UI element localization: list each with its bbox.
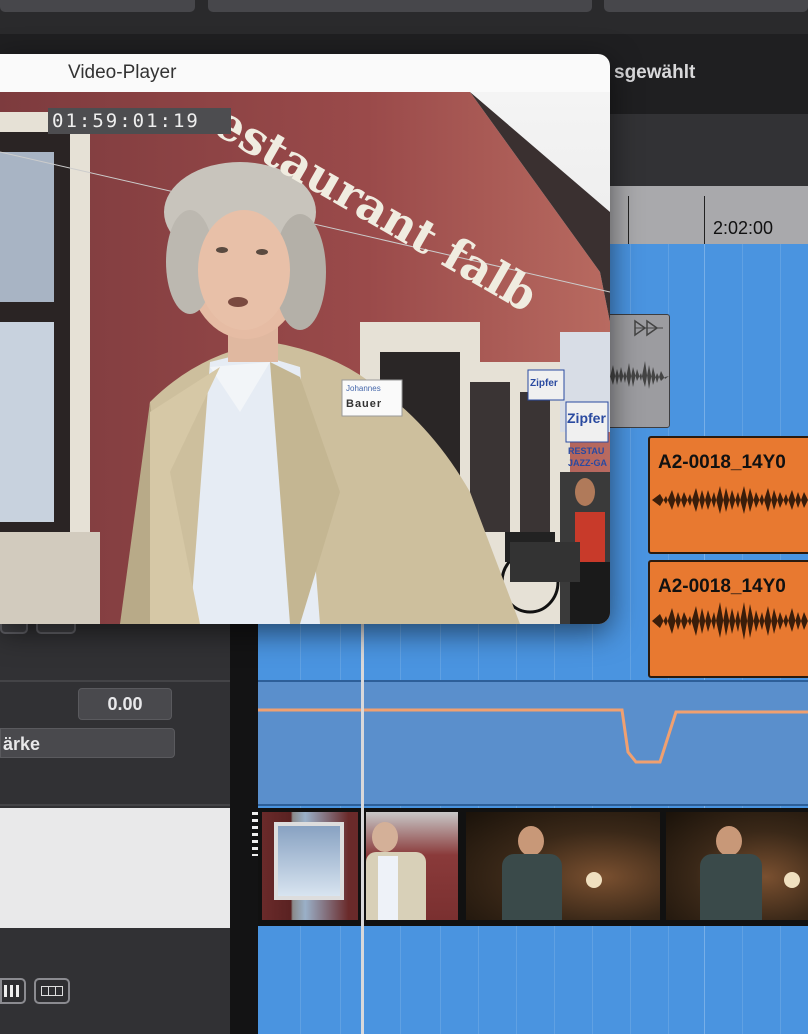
audio-clip[interactable]: A2-0018_14Y0 [648,560,808,678]
video-player-window[interactable]: Video-Player estaurant falb Johannes Bau… [0,54,610,624]
play-triangle-icon [634,319,663,337]
waveform [652,602,808,640]
audio-clip-gray[interactable] [600,314,670,428]
subheader-bar [610,114,808,186]
restaurant-sign-small: JAZZ-GA [568,458,607,468]
divider [0,804,252,806]
toolbar-button-center[interactable] [208,0,592,12]
toolbar-button-right[interactable] [604,0,808,12]
lane-divider [258,804,808,806]
clip-name: A2-0018_14Y0 [658,452,786,473]
ruler-time-label: 2:02:00 [713,218,774,238]
video-thumbnail[interactable] [666,812,808,920]
ad-sign: Zipfer [567,410,606,426]
parameter-field[interactable]: ärke [0,728,175,758]
video-thumbnail[interactable] [262,812,358,920]
volume-value-field[interactable]: 0.00 [78,688,172,720]
drag-handle[interactable] [252,812,258,856]
ad-sign: Zipfer [530,378,558,389]
divider [0,680,252,682]
toolbar-button-left[interactable] [0,0,195,12]
badge-line-2: Bauer [346,398,383,410]
volume-automation-curve[interactable] [258,700,808,770]
window-title: Video-Player [68,62,177,83]
restaurant-sign-small: RESTAU [568,446,605,456]
selection-label: sgewählt [614,62,696,83]
clip-name: A2-0018_14Y0 [658,576,786,597]
timecode-display: 01:59:01:19 [48,108,231,134]
badge-line-1: Johannes [346,384,381,393]
piano-keys-icon[interactable] [0,978,26,1004]
lane-divider [258,680,808,682]
track-divider-column [230,560,258,1034]
ruler-tick [628,196,629,244]
audio-clip[interactable]: A2-0018_14Y0 [648,436,808,554]
video-thumbnail[interactable] [366,812,458,920]
grid-view-icon[interactable] [34,978,70,1004]
waveform [652,486,808,514]
video-thumbnail[interactable] [466,812,660,920]
waveform [601,361,669,389]
track-header-selected[interactable] [0,808,232,928]
video-frame: estaurant falb Johannes Bauer Zipfer Zip… [0,92,610,624]
ruler-tick [704,196,705,244]
ruler-highlight [608,186,808,244]
